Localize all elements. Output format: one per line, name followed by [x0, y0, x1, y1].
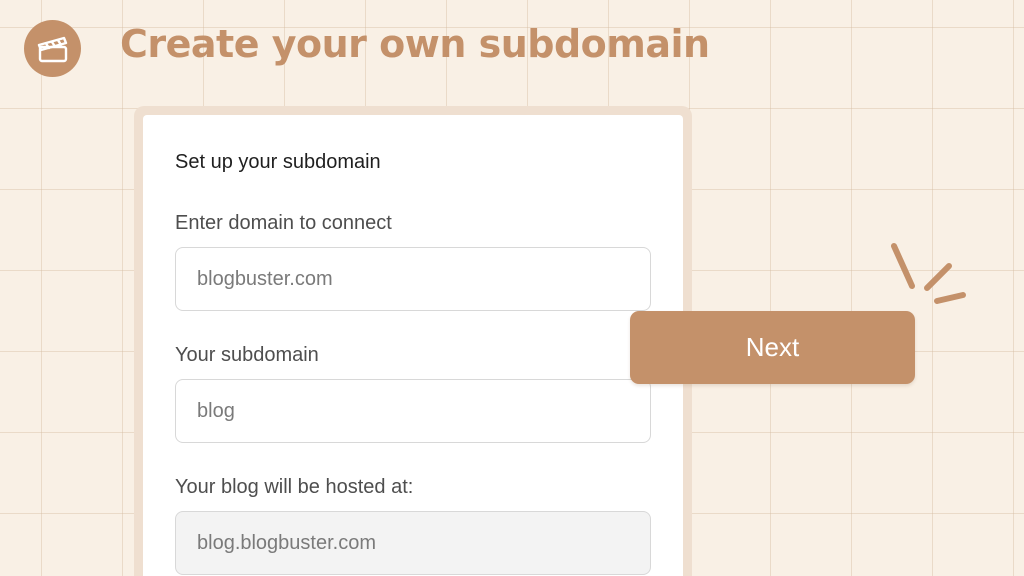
subdomain-input[interactable]: [175, 379, 651, 443]
subdomain-label: Your subdomain: [175, 344, 319, 366]
form-heading: Set up your subdomain: [175, 151, 381, 173]
page-title: Create your own subdomain: [120, 22, 710, 66]
next-button[interactable]: Next: [630, 311, 915, 384]
hosted-url-field: [175, 511, 651, 575]
domain-label: Enter domain to connect: [175, 212, 392, 234]
subdomain-form-card: Set up your subdomain Enter domain to co…: [143, 115, 683, 576]
hosted-at-label: Your blog will be hosted at:: [175, 476, 414, 498]
domain-input[interactable]: [175, 247, 651, 311]
sparkle-lines-icon: [891, 243, 966, 304]
clapperboard-icon: [37, 36, 67, 62]
logo: [24, 20, 81, 77]
